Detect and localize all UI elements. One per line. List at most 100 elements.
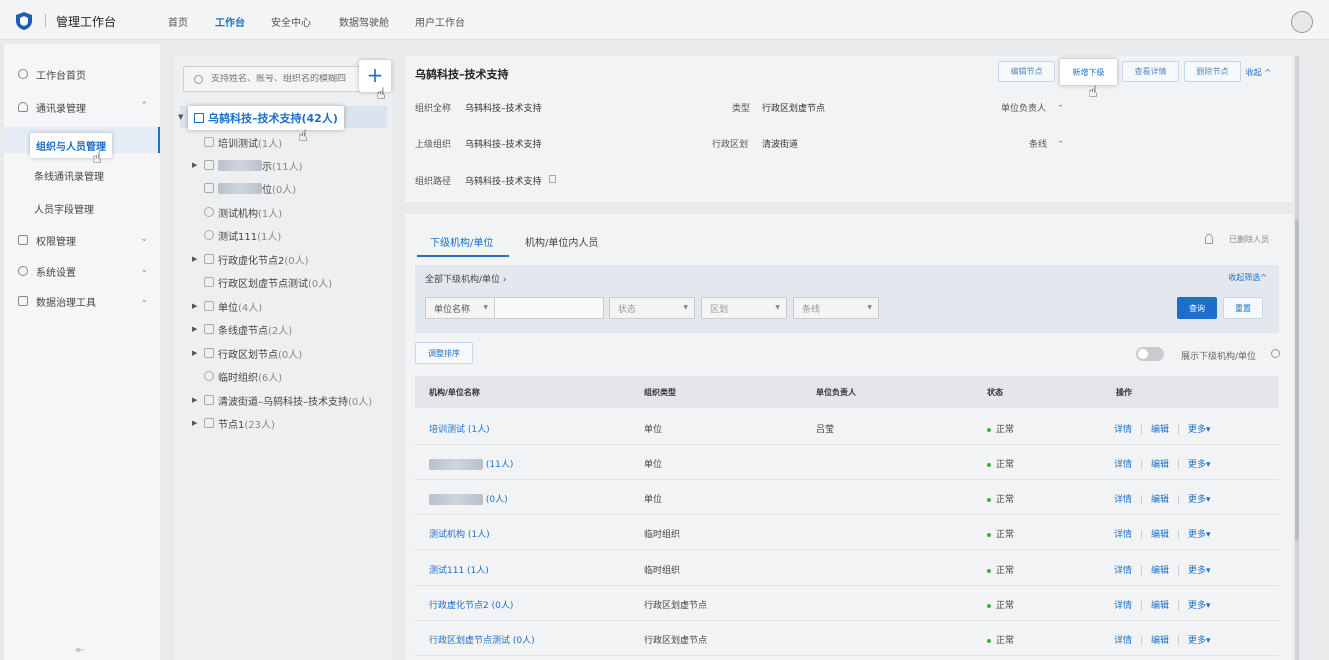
collapse-detail-link[interactable]: 收起 ^ (1246, 67, 1271, 78)
tree-node[interactable]: 测试111 (1人) (192, 224, 281, 246)
sidebar-item-settings[interactable]: 系统设置 ⌄ (4, 259, 160, 283)
tree-search[interactable] (183, 66, 361, 92)
status-select[interactable]: 状态 ▼ (609, 297, 695, 319)
caret-right-icon[interactable]: ▶ (192, 396, 204, 404)
more-dropdown[interactable]: 更多▾ (1188, 601, 1211, 611)
name-input[interactable] (494, 297, 604, 319)
more-dropdown[interactable]: 更多▾ (1188, 530, 1211, 540)
divider (1141, 425, 1143, 434)
details-link[interactable]: 详情 (1114, 636, 1132, 646)
more-dropdown[interactable]: 更多▾ (1188, 425, 1211, 435)
divider (1141, 530, 1143, 539)
nav-security[interactable]: 安全中心 (271, 14, 311, 29)
caret-down-icon[interactable]: ▼ (178, 113, 183, 121)
reset-button[interactable]: 重置 (1223, 297, 1263, 319)
table-row: 测试111 (1人) 临时组织 正常 详情 编辑 更多▾ (415, 551, 1279, 586)
sidebar-item-data-governance[interactable]: 数据治理工具 ⌄ (4, 289, 160, 313)
more-dropdown[interactable]: 更多▾ (1188, 495, 1211, 505)
dashboard-icon (18, 69, 28, 79)
line-select[interactable]: 条线 ▼ (793, 297, 879, 319)
field-select[interactable]: 单位名称 ▼ (425, 297, 495, 319)
edit-link[interactable]: 编辑 (1151, 530, 1169, 540)
scrollbar-thumb[interactable] (1295, 220, 1299, 540)
details-link[interactable]: 详情 (1114, 495, 1132, 505)
details-link[interactable]: 详情 (1114, 566, 1132, 576)
tree-node[interactable]: ▶ 示 (11人) (192, 154, 303, 176)
org-name-link[interactable]: 测试机构 (1人) (429, 527, 490, 540)
info-icon[interactable] (1271, 349, 1280, 358)
delete-node-button[interactable]: 删除节点 (1184, 61, 1241, 82)
details-link[interactable]: 详情 (1114, 601, 1132, 611)
org-name-link[interactable]: 培训测试 (1人) (429, 422, 490, 435)
sub-org-panel: 下级机构/单位 机构/单位内人员 已删除人员 全部下级机构/单位 › 收起筛选^… (405, 214, 1293, 660)
tree-node[interactable]: 临时组织 (6人) (192, 365, 282, 387)
tree-node[interactable]: ▶ 行政虚化节点2 (0人) (192, 248, 309, 270)
view-details-button[interactable]: 查看详情 (1122, 61, 1179, 82)
collapse-sidebar-icon[interactable]: ⇤ (76, 645, 84, 656)
adjust-sort-button[interactable]: 调整排序 (415, 342, 473, 364)
deleted-members-link[interactable]: 已删除人员 (1229, 234, 1269, 245)
tree-node[interactable]: 行政区划虚节点测试 (0人) (192, 271, 332, 293)
details-link[interactable]: 详情 (1114, 460, 1132, 470)
masked-text (429, 459, 483, 470)
add-node-button[interactable]: + (359, 60, 391, 92)
virtual-node-icon (204, 348, 214, 358)
more-dropdown[interactable]: 更多▾ (1188, 460, 1211, 470)
tree-node[interactable]: ▶ 节点1 (23人) (192, 412, 275, 434)
edit-link[interactable]: 编辑 (1151, 636, 1169, 646)
edit-node-button[interactable]: 编辑节点 (998, 61, 1055, 82)
copy-icon[interactable] (549, 175, 556, 183)
tree-node[interactable]: ▶ 单位 (4人) (192, 295, 262, 317)
district-select[interactable]: 区划 ▼ (701, 297, 787, 319)
more-dropdown[interactable]: 更多▾ (1188, 636, 1211, 646)
sidebar-item-home[interactable]: 工作台首页 (4, 62, 160, 86)
filter-breadcrumb[interactable]: 全部下级机构/单位 › (425, 272, 507, 285)
details-link[interactable]: 详情 (1114, 425, 1132, 435)
org-name-link[interactable]: 行政虚化节点2 (0人) (429, 598, 513, 611)
tree-node[interactable]: ▶ 行政区划节点 (0人) (192, 342, 302, 364)
status-text: 正常 (996, 601, 1015, 611)
tree-node[interactable]: 位 (0人) (192, 177, 296, 199)
org-name-link[interactable]: (0人) (429, 492, 508, 505)
caret-right-icon[interactable]: ▶ (192, 161, 204, 169)
tree-node[interactable]: 培训测试 (1人) (192, 131, 282, 153)
edit-link[interactable]: 编辑 (1151, 495, 1169, 505)
tree-node[interactable]: ▶ 清波街道–乌鸫科技–技术支持 (0人) (192, 389, 372, 411)
details-link[interactable]: 详情 (1114, 530, 1132, 540)
org-name-link[interactable]: (11人) (429, 457, 513, 470)
query-button[interactable]: 查询 (1177, 297, 1217, 319)
org-leader: 吕莹 (816, 425, 835, 435)
avatar[interactable] (1291, 11, 1313, 33)
collapse-filter-link[interactable]: 收起筛选^ (1228, 272, 1267, 283)
nav-user-workbench[interactable]: 用户工作台 (415, 14, 465, 29)
edit-link[interactable]: 编辑 (1151, 425, 1169, 435)
org-name-link[interactable]: 测试111 (1人) (429, 563, 489, 576)
sidebar-item-permissions[interactable]: 权限管理 ⌄ (4, 228, 160, 252)
chevron-down-icon: ⌄ (140, 234, 148, 244)
org-name-text: (0人) (485, 495, 508, 505)
tree-root-node[interactable]: 乌鸫科技–技术支持 (42人) (188, 106, 344, 130)
sidebar-item-person-fields[interactable]: 人员字段管理 (34, 201, 94, 216)
edit-link[interactable]: 编辑 (1151, 601, 1169, 611)
more-dropdown[interactable]: 更多▾ (1188, 566, 1211, 576)
tree-node[interactable]: 测试机构 (1人) (192, 201, 282, 223)
search-input[interactable] (211, 74, 351, 84)
edit-link[interactable]: 编辑 (1151, 460, 1169, 470)
caret-right-icon[interactable]: ▶ (192, 349, 204, 357)
sidebar-item-contacts[interactable]: 通讯录管理 ⌃ (4, 95, 160, 119)
caret-right-icon[interactable]: ▶ (192, 325, 204, 333)
tab-org-members[interactable]: 机构/单位内人员 (525, 234, 598, 249)
caret-right-icon[interactable]: ▶ (192, 255, 204, 263)
nav-workbench[interactable]: 工作台 (215, 14, 245, 29)
org-type: 临时组织 (644, 566, 681, 576)
sidebar-item-line-contacts[interactable]: 条线通讯录管理 (34, 168, 104, 183)
nav-data-cockpit[interactable]: 数据驾驶舱 (339, 14, 389, 29)
caret-right-icon[interactable]: ▶ (192, 419, 204, 427)
tab-sub-orgs[interactable]: 下级机构/单位 (430, 234, 493, 249)
tree-node[interactable]: ▶ 条线虚节点 (2人) (192, 318, 292, 340)
show-sub-orgs-toggle[interactable] (1136, 347, 1164, 361)
org-name-link[interactable]: 行政区划虚节点测试 (0人) (429, 633, 535, 646)
nav-home[interactable]: 首页 (168, 14, 188, 29)
caret-right-icon[interactable]: ▶ (192, 302, 204, 310)
edit-link[interactable]: 编辑 (1151, 566, 1169, 576)
